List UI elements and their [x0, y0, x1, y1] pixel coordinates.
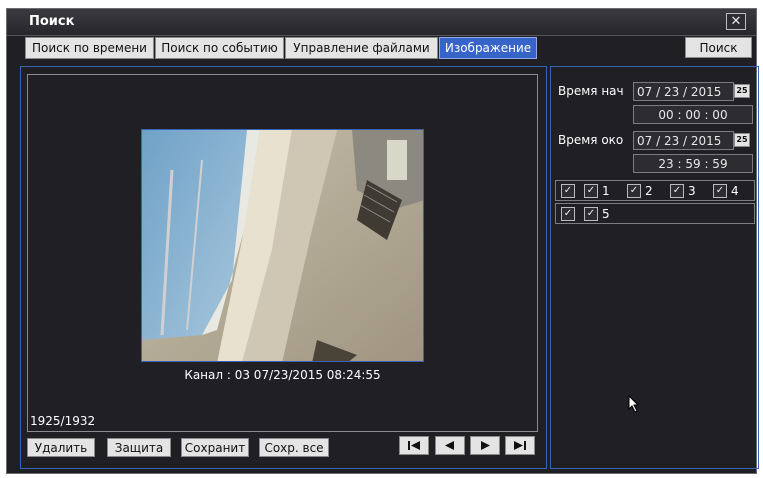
next-icon: [481, 441, 490, 450]
start-calendar-icon[interactable]: 25: [734, 84, 750, 98]
window-title: Поиск: [29, 14, 75, 29]
tab-time-search[interactable]: Поиск по времени: [25, 37, 154, 59]
channel-2-label: 2: [645, 184, 653, 198]
snapshot-image[interactable]: [141, 129, 424, 362]
last-button[interactable]: [505, 436, 535, 455]
last-icon: [514, 441, 526, 450]
channel-2-checkbox[interactable]: ✓: [627, 184, 641, 198]
channel-3-checkbox[interactable]: ✓: [670, 184, 684, 198]
filter-panel: [550, 66, 759, 469]
channel-1-label: 1: [602, 184, 610, 198]
channel-5-label: 5: [602, 207, 610, 221]
mouse-cursor-icon: [628, 395, 640, 413]
channel-4-label: 4: [731, 184, 739, 198]
start-date-field[interactable]: 07 / 23 / 2015: [633, 82, 734, 101]
channel-4-checkbox[interactable]: ✓: [713, 184, 727, 198]
end-time-label: Время око: [558, 133, 624, 147]
start-time-label: Время нач: [558, 84, 624, 98]
tab-image[interactable]: Изображение: [439, 37, 537, 59]
channel-all-checkbox-row1[interactable]: ✓: [561, 184, 575, 198]
channel-all-checkbox-row2[interactable]: ✓: [561, 207, 575, 221]
close-button[interactable]: ✕: [726, 13, 746, 30]
protect-button[interactable]: Защита: [107, 438, 171, 457]
channel-5-checkbox[interactable]: ✓: [584, 207, 598, 221]
tab-event-search[interactable]: Поиск по событию: [155, 37, 284, 59]
delete-button[interactable]: Удалить: [27, 438, 95, 457]
search-button[interactable]: Поиск: [685, 37, 752, 58]
save-button[interactable]: Сохранит: [181, 438, 249, 457]
end-date-field[interactable]: 07 / 23 / 2015: [633, 131, 734, 150]
title-bar: Поиск ✕: [7, 9, 756, 36]
channel-3-label: 3: [688, 184, 696, 198]
snapshot-picture: [142, 130, 423, 361]
end-time-field[interactable]: 23 : 59 : 59: [633, 154, 753, 173]
save-all-button[interactable]: Сохр. все: [259, 438, 329, 457]
first-icon: [408, 441, 420, 450]
start-time-field[interactable]: 00 : 00 : 00: [633, 105, 753, 124]
channel-1-checkbox[interactable]: ✓: [584, 184, 598, 198]
first-button[interactable]: [399, 436, 429, 455]
image-counter: 1925/1932: [30, 414, 96, 428]
snapshot-caption: Канал : 03 07/23/2015 08:24:55: [184, 368, 381, 382]
previous-button[interactable]: [435, 436, 465, 455]
prev-icon: [445, 441, 454, 450]
end-calendar-icon[interactable]: 25: [734, 133, 750, 147]
next-button[interactable]: [470, 436, 500, 455]
tab-file-management[interactable]: Управление файлами: [285, 37, 438, 59]
